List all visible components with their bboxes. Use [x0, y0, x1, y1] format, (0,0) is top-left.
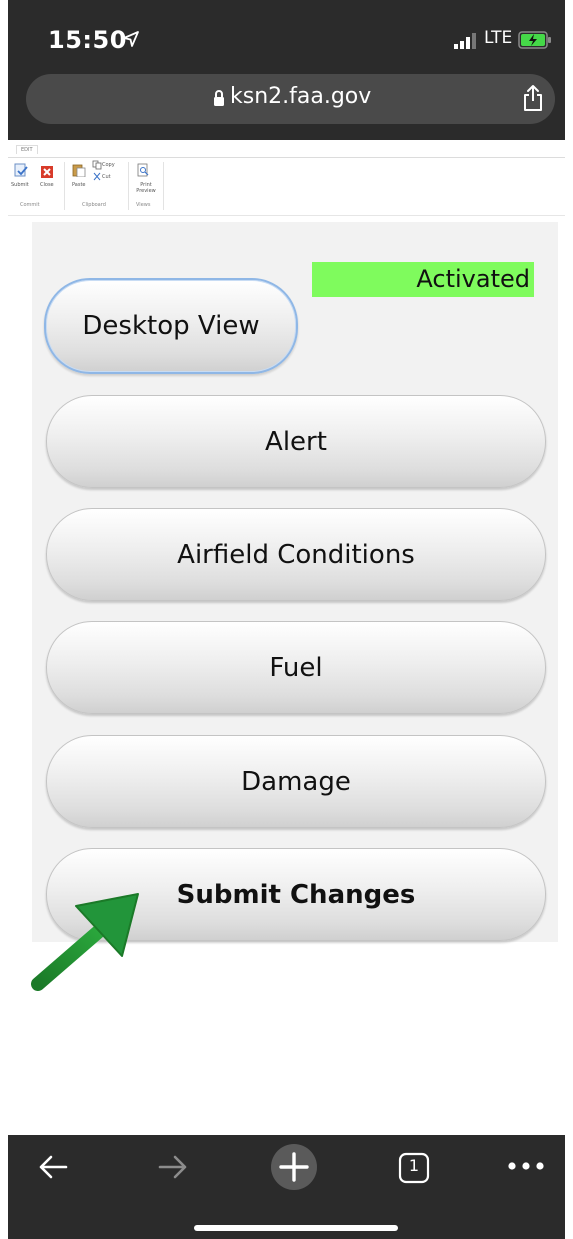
location-arrow-icon: [123, 31, 139, 47]
forward-arrow-icon[interactable]: [156, 1150, 190, 1184]
tab-count[interactable]: 1: [398, 1156, 430, 1175]
url-text[interactable]: ksn2.faa.gov: [230, 84, 371, 109]
ribbon-separator: [64, 162, 65, 210]
ribbon-tab-edit[interactable]: EDIT: [16, 145, 38, 154]
new-tab-plus-icon[interactable]: [270, 1143, 318, 1191]
paste-icon[interactable]: [72, 163, 86, 177]
ribbon-separator: [128, 162, 129, 210]
ribbon-separator: [163, 162, 164, 210]
network-type: LTE: [484, 28, 513, 48]
airfield-conditions-button[interactable]: Airfield Conditions: [46, 508, 546, 601]
signal-strength-icon: [454, 33, 476, 49]
status-time: 15:50: [48, 26, 127, 54]
desktop-view-button[interactable]: Desktop View: [44, 278, 298, 374]
alert-button[interactable]: Alert: [46, 395, 546, 488]
fuel-button[interactable]: Fuel: [46, 621, 546, 714]
copy-icon[interactable]: [92, 160, 102, 170]
cut-icon[interactable]: [92, 172, 102, 182]
ribbon-print-preview-label[interactable]: Print Preview: [132, 182, 160, 194]
more-options-icon[interactable]: [506, 1158, 546, 1174]
green-pointer-arrow-icon: [31, 893, 139, 991]
ribbon-divider: [8, 157, 565, 158]
lock-icon: [214, 90, 224, 106]
print-preview-icon[interactable]: [136, 163, 150, 177]
submit-icon[interactable]: [14, 163, 28, 177]
damage-button[interactable]: Damage: [46, 735, 546, 828]
ribbon-close-label[interactable]: Close: [40, 182, 54, 188]
home-indicator: [194, 1225, 398, 1231]
ribbon-group-commit: Commit: [20, 202, 40, 208]
battery-charging-icon: [518, 31, 551, 49]
ribbon-cut-label[interactable]: Cut: [102, 174, 111, 180]
phone-screen: 15:50 LTE ksn2.faa.gov EDIT Submit Close…: [8, 0, 565, 1239]
ribbon-group-clipboard: Clipboard: [82, 202, 106, 208]
ribbon-copy-label[interactable]: Copy: [102, 162, 115, 168]
back-arrow-icon[interactable]: [36, 1150, 70, 1184]
ribbon-paste-label[interactable]: Paste: [72, 182, 86, 188]
activated-status-badge: Activated: [312, 262, 534, 297]
share-icon[interactable]: [522, 84, 544, 112]
ribbon-group-views: Views: [136, 202, 151, 208]
close-icon[interactable]: [40, 165, 54, 179]
ribbon-submit-label[interactable]: Submit: [11, 182, 29, 188]
